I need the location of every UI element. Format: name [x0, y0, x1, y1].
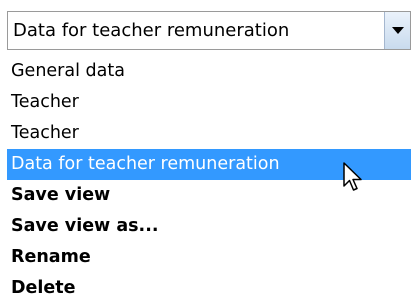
delete-button[interactable]: Delete — [7, 273, 411, 304]
view-combobox[interactable]: Data for teacher remuneration — [7, 11, 411, 50]
option-teacher[interactable]: Teacher — [7, 87, 411, 118]
mouse-pointer-icon — [343, 162, 362, 191]
chevron-down-icon — [392, 27, 404, 34]
rename-button[interactable]: Rename — [7, 242, 411, 273]
option-general-data[interactable]: General data — [7, 56, 411, 87]
view-selector-dropdown: Data for teacher remuneration General da… — [0, 0, 416, 305]
option-teacher-2[interactable]: Teacher — [7, 118, 411, 149]
combobox-value: Data for teacher remuneration — [13, 20, 290, 41]
save-view-as-button[interactable]: Save view as... — [7, 211, 411, 242]
dropdown-arrow-button[interactable] — [384, 12, 410, 49]
